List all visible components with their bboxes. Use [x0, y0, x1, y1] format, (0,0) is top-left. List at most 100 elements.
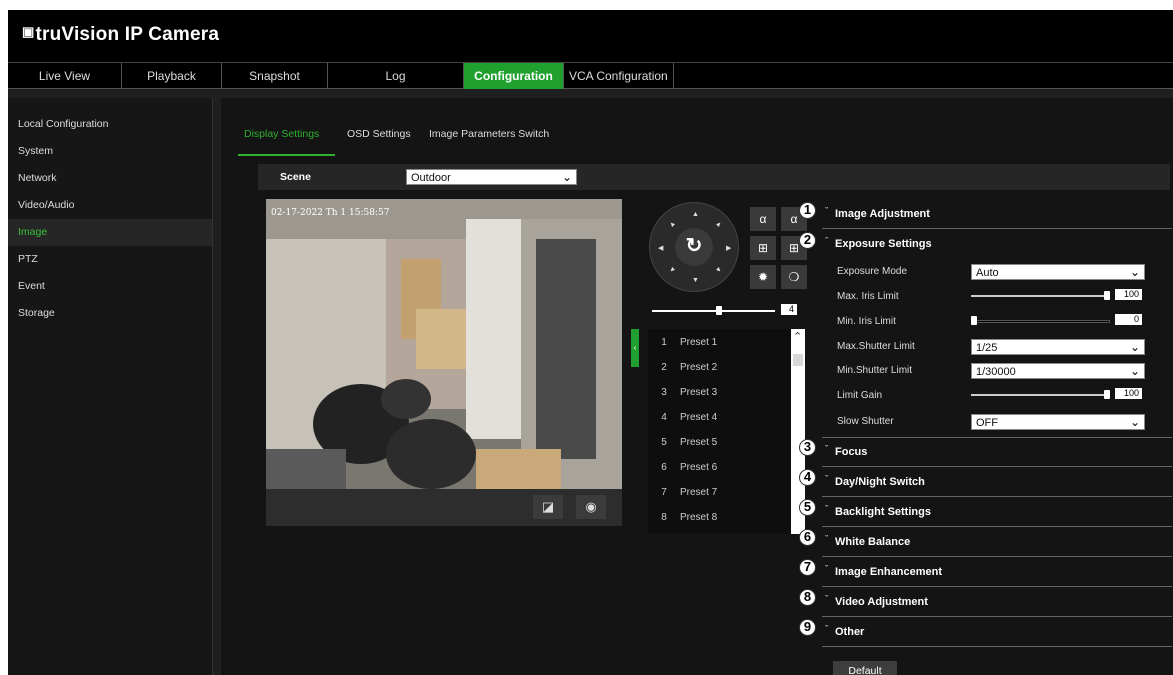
chevron-down-icon: ⌄ [1129, 415, 1140, 429]
tab-osd-settings[interactable]: OSD Settings [347, 128, 411, 140]
section-other[interactable]: ˇ Other [822, 619, 1172, 647]
tab-playback[interactable]: Playback [122, 63, 222, 89]
sidebar-item-image[interactable]: Image [8, 219, 212, 246]
live-video[interactable]: 02-17-2022 Th 1 15:58:57 [266, 199, 622, 489]
focus-near-icon: ⊞ [757, 241, 769, 255]
min-shutter-label: Min.Shutter Limit [837, 365, 913, 376]
snapshot-button[interactable]: ◉ [576, 495, 606, 519]
list-item[interactable]: 3 Preset 3 [648, 380, 791, 405]
min-shutter-select[interactable]: 1/30000 ⌄ [971, 363, 1145, 379]
tab-live-view[interactable]: Live View [8, 63, 122, 89]
section-backlight-settings[interactable]: ˇ Backlight Settings [822, 499, 1172, 527]
slow-shutter-select[interactable]: OFF ⌄ [971, 414, 1145, 430]
min-iris-knob[interactable] [971, 316, 977, 325]
iris-close-icon: ❍ [788, 270, 800, 284]
callout-7: 7 [799, 559, 816, 576]
zoom-in-button[interactable]: α [750, 207, 776, 231]
camera-image [266, 199, 622, 489]
list-item[interactable]: 2 Preset 2 [648, 355, 791, 380]
tab-display-settings[interactable]: Display Settings [244, 128, 319, 140]
section-focus[interactable]: ˇ Focus [822, 439, 1172, 467]
list-item[interactable]: 6 Preset 6 [648, 455, 791, 480]
chevron-down-icon: ˇ [825, 534, 828, 544]
arrow-down-left-icon[interactable]: ▲ [668, 265, 678, 275]
tab-vca-configuration[interactable]: VCA Configuration [564, 63, 674, 89]
sidebar-item-storage[interactable]: Storage [8, 300, 212, 327]
callout-6: 6 [799, 529, 816, 546]
chevron-down-icon: ˇ [825, 504, 828, 514]
sidebar-item-system[interactable]: System [8, 138, 212, 165]
chevron-up-icon[interactable]: ⌃ [793, 330, 802, 343]
section-day-night-switch[interactable]: ˇ Day/Night Switch [822, 469, 1172, 497]
scene-select[interactable]: Outdoor ⌄ [406, 169, 577, 185]
sidebar-item-network[interactable]: Network [8, 165, 212, 192]
chevron-down-icon: ⌄ [561, 170, 572, 184]
max-iris-knob[interactable] [1104, 291, 1110, 300]
app-window: ▣truVision IP Camera Live View Playback … [8, 10, 1173, 675]
auto-pan-button[interactable]: ↻ [675, 228, 713, 266]
list-item[interactable]: 7 Preset 7 [648, 480, 791, 505]
chevron-down-icon: ˇ [825, 594, 828, 604]
exposure-mode-select[interactable]: Auto ⌄ [971, 264, 1145, 280]
scene-row: Scene Outdoor ⌄ [258, 164, 1170, 190]
limit-gain-label: Limit Gain [837, 390, 883, 401]
iris-open-button[interactable]: ✹ [750, 265, 776, 289]
scene-value: Outdoor [411, 172, 451, 184]
default-button[interactable]: Default [833, 661, 897, 675]
list-item[interactable]: 8 Preset 8 [648, 505, 791, 530]
section-video-adjustment[interactable]: ˇ Video Adjustment [822, 589, 1172, 617]
chevron-down-icon: ⌄ [1129, 340, 1140, 354]
arrow-down-icon[interactable]: ▼ [692, 277, 699, 284]
section-image-adjustment[interactable]: ˇ Image Adjustment [822, 201, 1172, 229]
section-white-balance[interactable]: ˇ White Balance [822, 529, 1172, 557]
callout-2: 2 [799, 232, 816, 249]
ptz-direction-pad[interactable]: ▲ ▼ ◀ ▶ ▲ ▲ ▲ ▲ ↻ [649, 202, 739, 292]
callout-5: 5 [799, 499, 816, 516]
max-shutter-select[interactable]: 1/25 ⌄ [971, 339, 1145, 355]
limit-gain-knob[interactable] [1104, 390, 1110, 399]
callout-4: 4 [799, 469, 816, 486]
ptz-speed-knob[interactable] [716, 306, 723, 315]
section-image-enhancement[interactable]: ˇ Image Enhancement [822, 559, 1172, 587]
max-iris-value: 100 [1115, 289, 1142, 300]
chevron-down-icon: ⌄ [1129, 265, 1140, 279]
list-item[interactable]: 4 Preset 4 [648, 405, 791, 430]
sidebar-item-video-audio[interactable]: Video/Audio [8, 192, 212, 219]
tab-snapshot[interactable]: Snapshot [222, 63, 328, 89]
sidebar: Local Configuration System Network Video… [8, 98, 213, 675]
tab-image-parameters-switch[interactable]: Image Parameters Switch [429, 128, 549, 140]
arrow-down-right-icon[interactable]: ▲ [714, 265, 724, 275]
record-button[interactable]: ◪ [533, 495, 563, 519]
record-icon: ◪ [541, 499, 555, 514]
chevron-down-icon: ⌄ [1129, 364, 1140, 378]
zoom-in-icon: α [759, 212, 767, 226]
refresh-icon: ↻ [685, 235, 703, 257]
arrow-right-icon[interactable]: ▶ [726, 244, 731, 252]
max-shutter-label: Max.Shutter Limit [837, 341, 915, 352]
list-item[interactable]: 1 Preset 1 [648, 330, 791, 355]
section-exposure-settings[interactable]: ˆ Exposure Settings [822, 231, 1172, 259]
sidebar-item-event[interactable]: Event [8, 273, 212, 300]
arrow-left-icon[interactable]: ◀ [658, 244, 663, 252]
arrow-up-right-icon[interactable]: ▲ [714, 220, 724, 230]
min-iris-label: Min. Iris Limit [837, 316, 896, 327]
collapse-panel-button[interactable]: ‹ [631, 329, 639, 367]
iris-open-icon: ✹ [757, 270, 769, 284]
tab-configuration[interactable]: Configuration [464, 63, 564, 89]
osd-timestamp: 02-17-2022 Th 1 15:58:57 [271, 208, 390, 218]
camera-icon: ◉ [585, 499, 597, 514]
focus-near-button[interactable]: ⊞ [750, 236, 776, 260]
header: ▣truVision IP Camera [8, 10, 1173, 62]
iris-close-button[interactable]: ❍ [781, 265, 807, 289]
tab-log[interactable]: Log [328, 63, 464, 89]
list-item[interactable]: 5 Preset 5 [648, 430, 791, 455]
sidebar-item-ptz[interactable]: PTZ [8, 246, 212, 273]
scrollbar-thumb[interactable] [793, 354, 803, 366]
min-iris-value: 0 [1115, 314, 1142, 325]
arrow-up-left-icon[interactable]: ▲ [668, 220, 678, 230]
limit-gain-value: 100 [1115, 388, 1142, 399]
preset-list: 1 Preset 1 2 Preset 2 3 Preset 3 4 Preset 4 … [648, 329, 791, 534]
callout-8: 8 [799, 589, 816, 606]
arrow-up-icon[interactable]: ▲ [692, 211, 699, 218]
sidebar-item-local-configuration[interactable]: Local Configuration [8, 111, 212, 138]
